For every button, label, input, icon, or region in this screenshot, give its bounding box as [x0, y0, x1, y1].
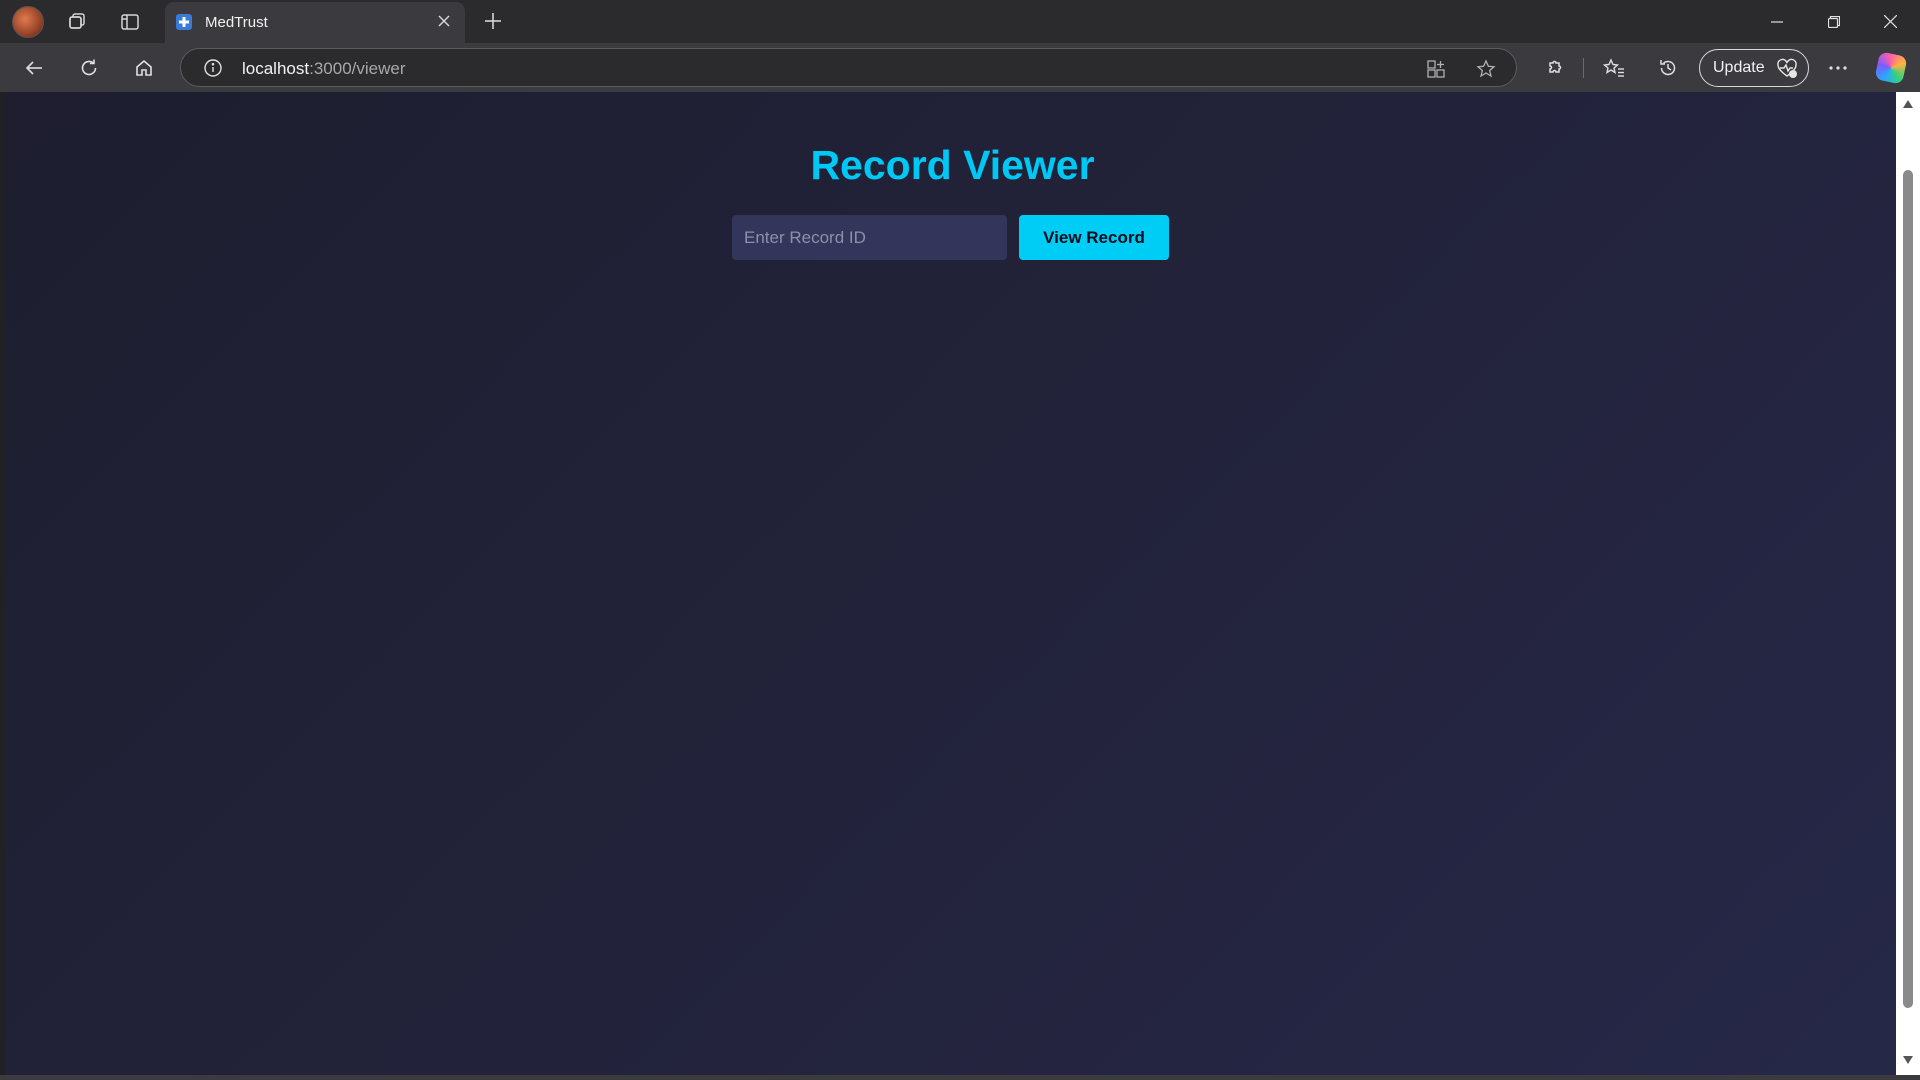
url-host: localhost	[242, 59, 310, 78]
toolbar-divider	[1583, 58, 1584, 78]
browser-toolbar: localhost:3000/viewer Update	[0, 43, 1920, 92]
favorite-star-icon[interactable]	[1474, 57, 1498, 81]
new-tab-button[interactable]	[478, 6, 508, 36]
tab-close-icon[interactable]	[433, 10, 455, 32]
scroll-up-arrow-icon[interactable]	[1902, 98, 1914, 110]
add-tab-to-group-icon[interactable]	[1424, 57, 1448, 81]
history-icon[interactable]	[1652, 52, 1684, 84]
tab-medtrust[interactable]: MedTrust	[165, 2, 465, 43]
more-options-icon[interactable]	[1822, 52, 1854, 84]
window-bottom-border	[0, 1075, 1920, 1080]
site-info-icon[interactable]	[203, 58, 223, 78]
record-id-input[interactable]	[732, 215, 1007, 260]
page-viewport: Record Viewer View Record	[5, 92, 1900, 1075]
update-heart-icon	[1777, 58, 1797, 78]
extensions-icon[interactable]	[1538, 52, 1570, 84]
url-path: :3000/viewer	[309, 59, 406, 78]
back-icon[interactable]	[18, 52, 50, 84]
home-icon[interactable]	[128, 52, 160, 84]
reload-icon[interactable]	[73, 52, 105, 84]
favorites-icon[interactable]	[1598, 52, 1630, 84]
page-title: Record Viewer	[810, 142, 1095, 188]
close-window-button[interactable]	[1862, 0, 1919, 43]
scroll-down-arrow-icon[interactable]	[1902, 1054, 1914, 1066]
scrollbar-thumb[interactable]	[1903, 170, 1913, 1008]
page-scrollbar[interactable]	[1896, 92, 1920, 1075]
browser-title-bar: MedTrust	[0, 0, 1920, 43]
address-bar[interactable]: localhost:3000/viewer	[180, 48, 1517, 87]
url-text: localhost:3000/viewer	[242, 59, 406, 79]
workspaces-icon[interactable]	[63, 8, 91, 36]
tab-title: MedTrust	[205, 14, 268, 31]
restore-button[interactable]	[1805, 0, 1862, 43]
copilot-icon[interactable]	[1874, 51, 1908, 85]
medtrust-favicon-icon	[176, 14, 192, 30]
minimize-button[interactable]	[1748, 0, 1805, 43]
vertical-tabs-icon[interactable]	[116, 8, 144, 36]
profile-avatar[interactable]	[12, 6, 44, 38]
update-button[interactable]: Update	[1699, 49, 1809, 87]
update-label: Update	[1713, 59, 1765, 76]
view-record-button[interactable]: View Record	[1019, 215, 1169, 260]
